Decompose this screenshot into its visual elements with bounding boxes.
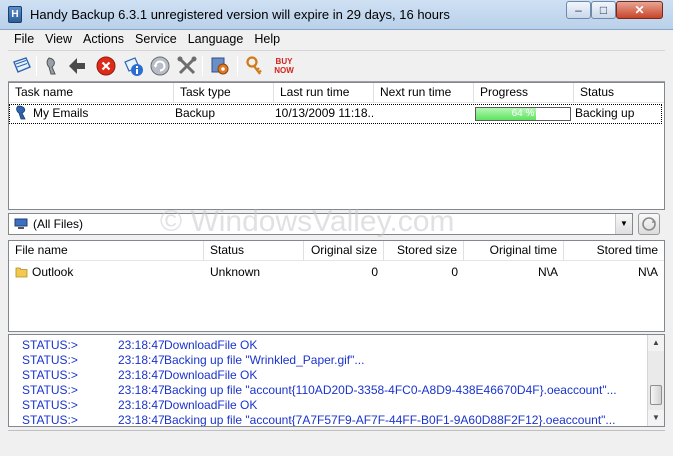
log-time: 23:18:47 bbox=[118, 368, 165, 382]
column-header-file-status[interactable]: Status bbox=[204, 241, 304, 261]
back-icon[interactable] bbox=[66, 55, 88, 77]
task-wizard-icon[interactable] bbox=[41, 55, 63, 77]
log-key: STATUS:> bbox=[22, 413, 78, 427]
toolbar-separator bbox=[36, 56, 37, 76]
last-run-time-cell: 10/13/2009 11:18... bbox=[275, 106, 373, 120]
tools-icon[interactable] bbox=[176, 55, 198, 77]
toolbar: BUY NOW bbox=[8, 50, 665, 82]
svg-text:BUY: BUY bbox=[276, 57, 294, 66]
progress-label: 64 % bbox=[511, 108, 535, 119]
log-time: 23:18:47 bbox=[118, 413, 165, 427]
refresh-files-icon bbox=[642, 217, 656, 231]
close-button[interactable]: ✕ bbox=[616, 1, 663, 19]
menu-actions[interactable]: Actions bbox=[77, 30, 129, 46]
log-message: DownloadFile OK bbox=[164, 368, 258, 382]
log-scrollbar[interactable]: ▲ ▼ bbox=[647, 335, 664, 426]
app-icon: H bbox=[8, 6, 22, 23]
toolbar-separator bbox=[237, 56, 238, 76]
task-table-header: Task name Task type Last run time Next r… bbox=[9, 83, 664, 103]
menu-service[interactable]: Service bbox=[129, 30, 182, 46]
column-header-original-size[interactable]: Original size bbox=[304, 241, 384, 261]
menu-language[interactable]: Language bbox=[182, 30, 249, 46]
maximize-button[interactable]: □ bbox=[591, 1, 616, 19]
filter-selected-value: (All Files) bbox=[33, 217, 83, 231]
log-message: DownloadFile OK bbox=[164, 398, 258, 412]
next-run-time-cell bbox=[373, 105, 473, 123]
original-size-cell: 0 bbox=[371, 265, 378, 279]
refresh-icon[interactable] bbox=[149, 55, 171, 77]
column-header-original-time[interactable]: Original time bbox=[464, 241, 564, 261]
log-time: 23:18:47 bbox=[118, 353, 165, 367]
open-task-icon[interactable] bbox=[11, 55, 33, 77]
toolbar-separator bbox=[202, 56, 203, 76]
window-title: Handy Backup 6.3.1 unregistered version … bbox=[30, 7, 450, 22]
task-name: My Emails bbox=[33, 106, 89, 120]
log-key: STATUS:> bbox=[22, 398, 78, 412]
log-message: DownloadFile OK bbox=[164, 338, 258, 352]
original-time-cell: N\A bbox=[537, 265, 558, 279]
menu-file[interactable]: File bbox=[8, 30, 39, 46]
refresh-files-button[interactable] bbox=[638, 213, 660, 235]
file-row[interactable]: Outlook Unknown 0 0 N\A N\A bbox=[9, 264, 664, 283]
column-header-last-run-time[interactable]: Last run time bbox=[274, 83, 374, 103]
log-message: Backing up file "Wrinkled_Paper.gif"... bbox=[164, 353, 365, 367]
stored-time-cell: N\A bbox=[637, 265, 658, 279]
file-name-cell: Outlook bbox=[9, 264, 204, 282]
title-bar: H Handy Backup 6.3.1 unregistered versio… bbox=[0, 0, 673, 30]
scroll-down-icon[interactable]: ▼ bbox=[648, 410, 664, 426]
column-header-stored-time[interactable]: Stored time bbox=[564, 241, 664, 261]
info-icon[interactable] bbox=[122, 55, 144, 77]
log-key: STATUS:> bbox=[22, 383, 78, 397]
task-icon bbox=[16, 105, 26, 120]
task-name-cell: My Emails bbox=[12, 105, 175, 123]
column-header-file-name[interactable]: File name bbox=[9, 241, 204, 261]
log-pane: STATUS:> 23:18:47 DownloadFile OK STATUS:>… bbox=[8, 334, 665, 427]
file-name: Outlook bbox=[32, 265, 74, 279]
file-table-header: File name Status Original size Stored si… bbox=[9, 241, 664, 261]
scrollbar-thumb[interactable] bbox=[650, 385, 662, 405]
column-header-next-run-time[interactable]: Next run time bbox=[374, 83, 474, 103]
menu-help[interactable]: Help bbox=[248, 30, 285, 46]
column-header-stored-size[interactable]: Stored size bbox=[384, 241, 464, 261]
log-key: STATUS:> bbox=[22, 338, 78, 352]
task-row[interactable]: My Emails Backup 10/13/2009 11:18... 64 … bbox=[9, 104, 662, 124]
task-type-cell: Backup bbox=[175, 106, 216, 120]
progress-bar: 64 % bbox=[475, 107, 571, 121]
file-list: File name Status Original size Stored si… bbox=[8, 240, 665, 332]
minimize-button[interactable]: ‒ bbox=[566, 1, 591, 19]
buy-now-icon[interactable]: BUY NOW bbox=[271, 55, 297, 77]
task-list: Task name Task type Last run time Next r… bbox=[8, 82, 665, 210]
file-status-cell: Unknown bbox=[210, 265, 261, 279]
log-time: 23:18:47 bbox=[118, 398, 165, 412]
status-cell: Backing up bbox=[575, 106, 635, 120]
key-icon[interactable] bbox=[244, 55, 266, 77]
menu-bar: File View Actions Service Language Help bbox=[8, 30, 665, 50]
log-key: STATUS:> bbox=[22, 353, 78, 367]
folder-icon bbox=[15, 267, 28, 278]
column-header-task-type[interactable]: Task type bbox=[174, 83, 274, 103]
stop-icon[interactable] bbox=[95, 55, 117, 77]
watermark: © WindowsValley.com bbox=[160, 205, 455, 238]
stored-size-cell: 0 bbox=[451, 265, 458, 279]
settings-icon[interactable] bbox=[209, 55, 231, 77]
scroll-up-icon[interactable]: ▲ bbox=[648, 335, 664, 351]
column-header-status[interactable]: Status bbox=[574, 83, 664, 103]
log-message: Backing up file "account{110AD20D-3358-4… bbox=[164, 383, 617, 397]
column-header-task-name[interactable]: Task name bbox=[9, 83, 174, 103]
svg-text:NOW: NOW bbox=[274, 66, 294, 75]
log-message: Backing up file "account{7A7F57F9-AF7F-4… bbox=[164, 413, 616, 427]
status-bar bbox=[8, 430, 665, 448]
computer-icon bbox=[14, 218, 28, 229]
log-time: 23:18:47 bbox=[118, 338, 165, 352]
log-key: STATUS:> bbox=[22, 368, 78, 382]
menu-view[interactable]: View bbox=[39, 30, 77, 46]
log-time: 23:18:47 bbox=[118, 383, 165, 397]
column-header-progress[interactable]: Progress bbox=[474, 83, 574, 103]
dropdown-arrow-icon[interactable]: ▼ bbox=[615, 214, 632, 234]
